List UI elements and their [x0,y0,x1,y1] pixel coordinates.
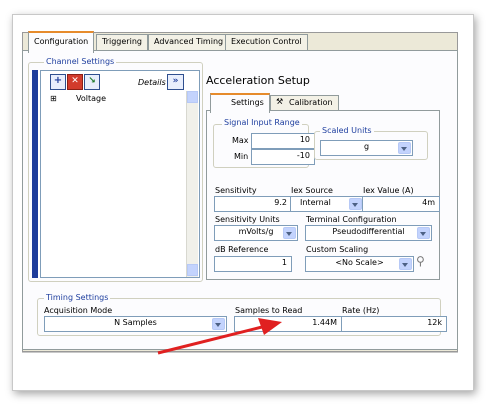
subtab-settings-label: Settings [231,98,264,107]
subtab-settings[interactable]: Settings [210,93,270,113]
annotation-arrow-icon [157,318,282,355]
tab-configuration[interactable]: Configuration [28,31,95,53]
